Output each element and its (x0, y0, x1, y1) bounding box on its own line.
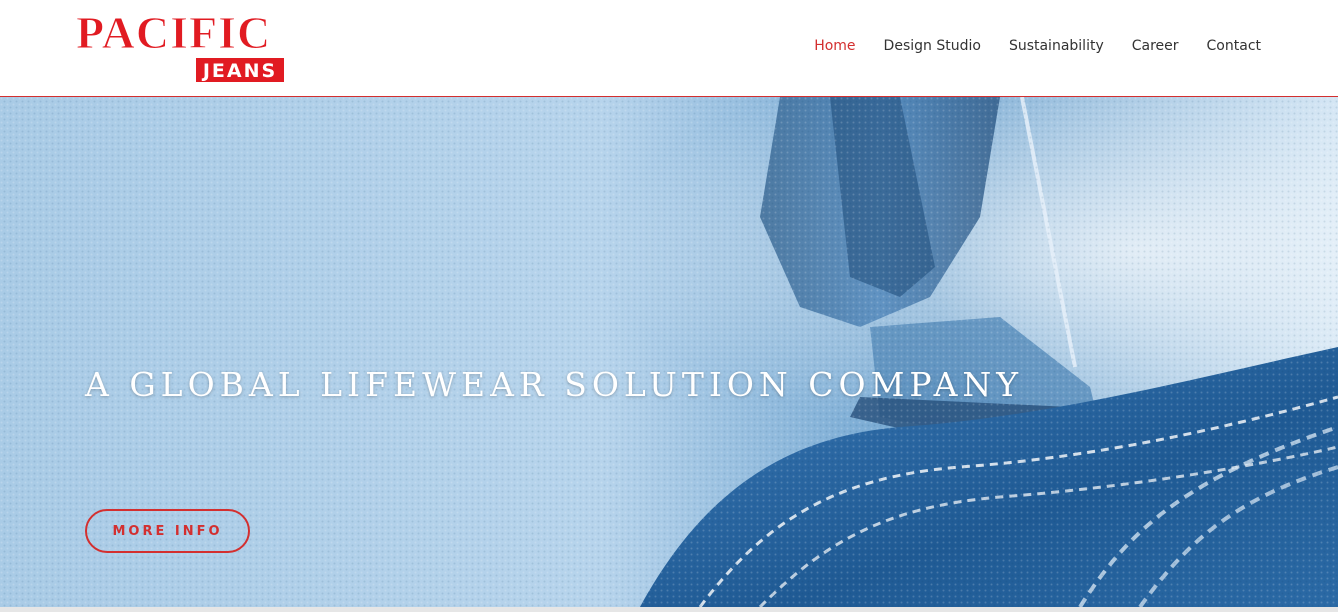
logo-text-jeans: JEANS (201, 60, 277, 82)
more-info-button[interactable]: MORE INFO (85, 509, 250, 553)
pacific-jeans-logo[interactable]: PACIFIC JEANS (74, 8, 286, 84)
site-header: PACIFIC JEANS Home Design Studio Sustain… (0, 0, 1338, 97)
nav-item-career[interactable]: Career (1132, 38, 1179, 54)
nav-item-sustainability[interactable]: Sustainability (1009, 38, 1104, 54)
hero-title: A GLOBAL LIFEWEAR SOLUTION COMPANY (85, 365, 1024, 404)
main-nav: Home Design Studio Sustainability Career… (786, 38, 1261, 54)
logo-text-pacific: PACIFIC (76, 8, 271, 58)
hero-section: A GLOBAL LIFEWEAR SOLUTION COMPANY MORE … (0, 97, 1338, 607)
nav-item-contact[interactable]: Contact (1207, 38, 1261, 54)
nav-item-home[interactable]: Home (814, 38, 855, 54)
nav-item-design-studio[interactable]: Design Studio (884, 38, 981, 54)
page-scroll-edge (0, 607, 1338, 612)
